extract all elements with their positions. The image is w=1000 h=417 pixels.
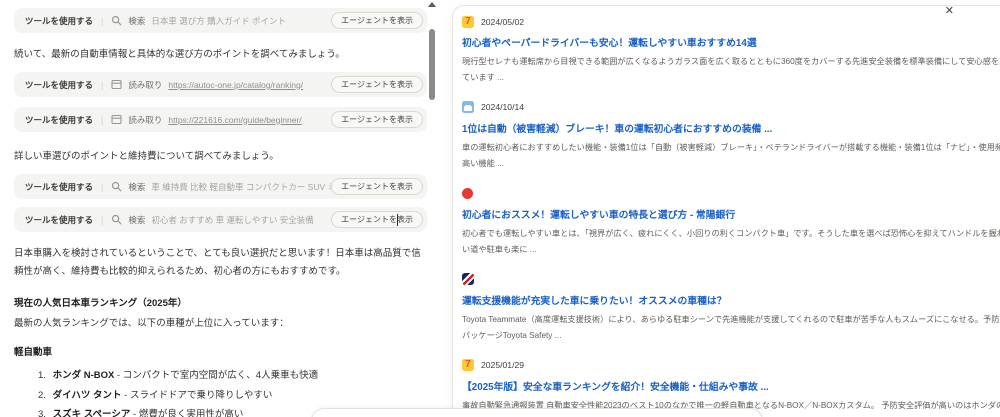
read-url-link[interactable]: https://autoc-one.jp/catalog/ranking/ [168,80,303,90]
tool-use-label: ツールを使用する [25,214,94,225]
result-date: 2024/05/02 [481,16,525,27]
search-query: 日本車 選び方 購入ガイド ポイント [151,15,286,26]
result-snippet: 現行型セレナも運転席から目視できる範囲が広くなるようガラス面を広く取るとともに3… [462,57,1000,82]
tool-name: 読み取り [128,79,163,90]
result-snippet: 車の運転初心者におすすめしたい機能・装備1位は「自動（被害軽減）ブレーキ」・ベテ… [462,142,1000,168]
tool-name: 検索 [128,181,146,192]
search-icon [111,214,122,225]
assistant-message: 詳しい車選びのポイントと維持費について調べてみましょう。 [14,151,279,163]
message-input-popup[interactable] [311,408,763,417]
scroll-up-arrow-icon[interactable] [428,2,436,7]
tool-use-label: ツールを使用する [25,181,94,192]
result-title-link[interactable]: 1位は自動（被害軽減）ブレーキ！車の運転初心者におすすめの装備 ... [462,121,1000,135]
separator: | [101,181,104,192]
car-description: - コンパクトで室内空間が広く、4人乗車も快適 [116,370,319,382]
red-dot-favicon-icon [462,187,473,199]
result-date: 2024/10/14 [481,102,525,113]
read-url-link[interactable]: https://221616.com/guide/beginner/ [168,115,301,125]
result-snippet: 初心者でも運転しやすい車とは、「視界が広く、疲れにくく、小回りの利くコンパクト車… [462,228,1000,254]
car-name: スズキ スペーシア [52,409,131,417]
conversation-panel: ツールを使用する | 検索 日本車 選び方 購入ガイド ポイント エージェントを… [14,0,427,417]
list-number: 3. [38,409,46,417]
car-name: ダイハツ タント [52,389,122,401]
separator: | [101,114,104,125]
search-result: 2024/05/02 初心者やペーパードライバーも安心！運転しやすい車おすすめ1… [462,15,1000,86]
car-description: - 燃費が良く実用性が高い [133,409,244,417]
result-snippet: Toyota Teammate（高度運転支援技術）により、あらゆる駐車シーンで先… [462,314,1000,340]
car-name: ホンダ N-BOX [52,370,115,382]
tool-use-label: ツールを使用する [25,114,94,125]
scrollbar[interactable] [427,0,437,417]
document-icon [111,79,122,90]
tool-name: 検索 [128,15,146,26]
show-agent-button[interactable]: エージェントを表示 [331,12,423,29]
tool-use-entry-search-1[interactable]: ツールを使用する | 検索 日本車 選び方 購入ガイド ポイント エージェントを… [14,8,427,33]
result-title-link[interactable]: 初心者におススメ！運転しやすい車の特長と選び方 - 常陽銀行 [462,207,1000,221]
navy-swoosh-favicon-icon [462,273,474,286]
kei-car-heading: 軽自動車 [14,347,53,359]
tool-use-entry-search-3[interactable]: ツールを使用する | 検索 初心者 おすすめ 車 運転しやすい 安全装備 エージ… [14,207,427,233]
tool-use-entry-read-2[interactable]: ツールを使用する | 読み取り https://221616.com/guide… [14,107,427,133]
tool-use-entry-search-2[interactable]: ツールを使用する | 検索 車 維持費 比較 軽自動車 コンパクトカー SUV … [14,174,427,200]
list-number: 1. [38,370,46,382]
separator: | [101,79,104,90]
tool-name: 検索 [128,214,146,225]
ranking-heading: 現在の人気日本車ランキング（2025年） [14,298,187,310]
tool-name: 読み取り [128,114,163,125]
list-item: 1. ホンダ N-BOX - コンパクトで室内空間が広く、4人乗車も快適 [38,366,427,385]
list-number: 2. [38,389,46,401]
result-date: 2025/01/29 [481,360,525,371]
tool-use-label: ツールを使用する [25,79,94,90]
show-agent-button[interactable]: エージェントを表示 [331,76,423,94]
search-query: 初心者 おすすめ 車 運転しやすい 安全装備 [151,214,314,225]
search-icon [111,181,122,192]
result-title-link[interactable]: 運転支援機能が充実した車に乗りたい！オススメの車種は？ [462,293,1000,307]
orange-7-favicon-icon [462,359,474,372]
text-cursor [397,214,398,227]
blue-cloud-favicon-icon [462,101,474,114]
orange-7-favicon-icon [462,15,474,28]
assistant-message: 続いて、最新の自動車情報と具体的な選び方のポイントを調べてみましょう。 [14,49,345,60]
assistant-message: 最新の人気ランキングでは、以下の車種が上位に入っています： [14,318,289,330]
close-icon[interactable]: ✕ [945,6,954,17]
assistant-message: 日本車購入を検討されているということで、とても良い選択だと思います！日本車は高品… [14,248,421,278]
tool-use-entry-read-1[interactable]: ツールを使用する | 読み取り https://autoc-one.jp/cat… [14,72,427,98]
result-title-link[interactable]: 【2025年版】安全な車ランキングを紹介！安全機能・仕組みや事故 ... [462,379,1000,393]
scrollbar-thumb[interactable] [429,29,435,100]
search-result: 初心者におススメ！運転しやすい車の特長と選び方 - 常陽銀行 初心者でも運転しや… [462,187,1000,258]
search-result: 運転支援機能が充実した車に乗りたい！オススメの車種は？ Toyota Teamm… [462,273,1000,344]
separator: | [101,214,104,225]
tool-use-label: ツールを使用する [25,15,94,26]
search-results-panel: 2024/05/02 初心者やペーパードライバーも安心！運転しやすい車おすすめ1… [452,5,1000,417]
show-agent-button[interactable]: エージェントを表示 [331,211,423,229]
show-agent-button-label: エージェントを表示 [341,215,413,225]
search-query: 車 維持費 比較 軽自動車 コンパクトカー SUV ミニバン [151,181,331,192]
show-agent-button[interactable]: エージェントを表示 [331,111,423,129]
search-icon [111,15,122,26]
show-agent-button[interactable]: エージェントを表示 [331,178,423,196]
result-title-link[interactable]: 初心者やペーパードライバーも安心！運転しやすい車おすすめ14選 [462,35,1000,49]
car-description: - スライドドアで乗り降りしやすい [124,389,273,401]
document-icon [111,114,122,125]
list-item: 2. ダイハツ タント - スライドドアで乗り降りしやすい [38,386,427,405]
separator: | [101,15,104,26]
search-result: 2024/10/14 1位は自動（被害軽減）ブレーキ！車の運転初心者におすすめの… [462,101,1000,172]
